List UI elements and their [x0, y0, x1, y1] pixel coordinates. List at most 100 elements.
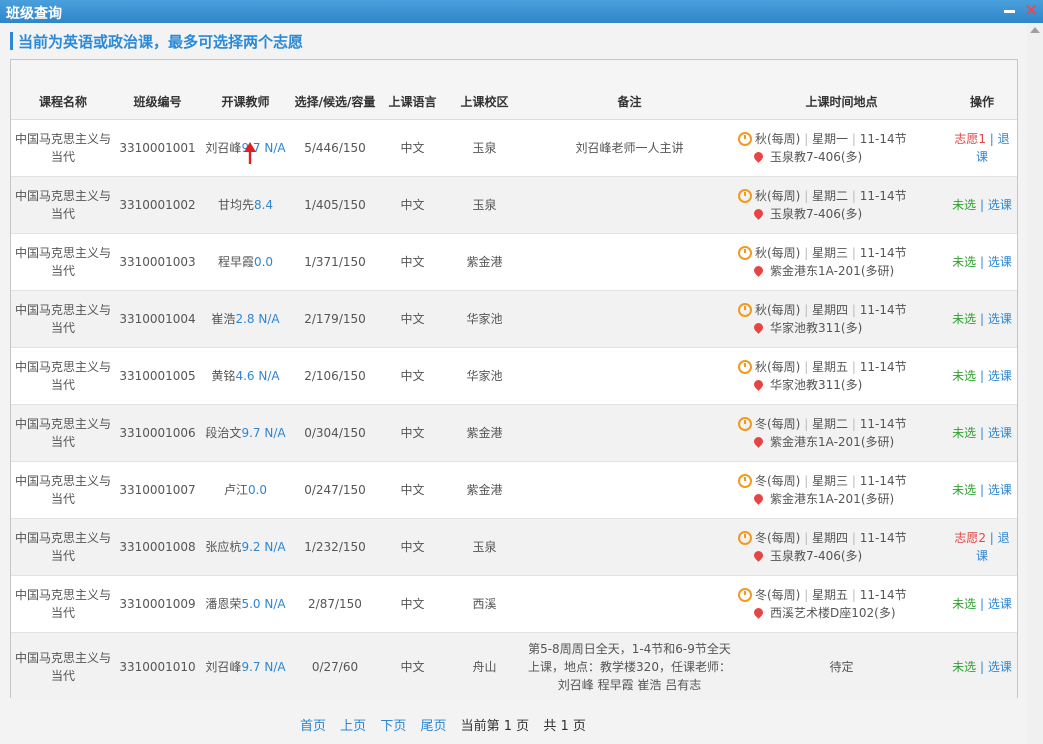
- cell-campus: 紫金港: [446, 233, 523, 291]
- cell-schedule: 冬(每周) | 星期五 | 11-14节 西溪艺术楼D座102(多): [736, 575, 947, 633]
- schedule-time-line: 秋(每周) | 星期五 | 11-14节: [738, 358, 945, 376]
- cell-class-number: 3310001004: [115, 290, 200, 348]
- cell-class-number: 3310001007: [115, 461, 200, 519]
- cell-class-number: 3310001003: [115, 233, 200, 291]
- selection-status: 未选: [952, 312, 977, 326]
- cell-language: 中文: [379, 119, 446, 177]
- header-class-number: 班级编号: [115, 60, 200, 120]
- pager-current-page: 当前第 1 页: [460, 719, 530, 734]
- course-action-link[interactable]: 选课: [988, 369, 1012, 383]
- schedule-time-line: 冬(每周) | 星期三 | 11-14节: [738, 472, 945, 490]
- cell-course-name: 中国马克思主义与当代: [11, 404, 115, 462]
- teacher-name: 张应杭: [205, 540, 242, 554]
- cell-teacher: 黄铭4.6 N/A: [200, 347, 291, 405]
- cell-capacity: 0/247/150: [291, 461, 379, 519]
- table-row: 中国马克思主义与当代 3310001008 张应杭9.2 N/A 1/232/150 中…: [11, 518, 1017, 576]
- cell-teacher: 卢江0.0: [200, 461, 291, 519]
- cell-schedule: 冬(每周) | 星期二 | 11-14节 紫金港东1A-201(多研): [736, 404, 947, 462]
- pager-prev-link[interactable]: 上页: [340, 719, 366, 734]
- separator: |: [800, 246, 813, 260]
- teacher-rating-link[interactable]: 4.6 N/A: [235, 369, 279, 383]
- pager-total-pages: 共 1 页: [543, 719, 586, 734]
- teacher-rating-link[interactable]: 8.4: [254, 198, 273, 212]
- cell-action: 未选 | 选课: [947, 575, 1017, 633]
- cell-action: 志愿1 | 退课: [947, 119, 1017, 177]
- header-action: 操作: [947, 60, 1017, 120]
- schedule-day: 星期五: [812, 360, 849, 374]
- schedule-periods: 11-14节: [859, 132, 907, 146]
- course-action-link[interactable]: 选课: [988, 312, 1012, 326]
- cell-note: [523, 404, 736, 462]
- teacher-name: 崔浩: [211, 312, 236, 326]
- schedule-room-line: 紫金港东1A-201(多研): [738, 433, 945, 451]
- teacher-name: 潘恩荣: [205, 597, 242, 611]
- separator: |: [800, 417, 813, 431]
- teacher-rating-link[interactable]: 0.0: [254, 255, 273, 269]
- separator: |: [976, 198, 988, 212]
- teacher-rating-link[interactable]: 0.0: [248, 483, 267, 497]
- cell-action: 未选 | 选课: [947, 290, 1017, 348]
- cell-language: 中文: [379, 404, 446, 462]
- course-action-link[interactable]: 选课: [988, 198, 1012, 212]
- cell-capacity: 1/371/150: [291, 233, 379, 291]
- schedule-periods: 11-14节: [859, 474, 907, 488]
- separator: |: [976, 255, 988, 269]
- course-action-link[interactable]: 选课: [988, 426, 1012, 440]
- separator: |: [800, 360, 813, 374]
- cell-language: 中文: [379, 632, 446, 700]
- pager-last-link[interactable]: 尾页: [420, 719, 446, 734]
- schedule-day: 星期二: [812, 417, 849, 431]
- cell-teacher: 张应杭9.2 N/A: [200, 518, 291, 576]
- schedule-room-line: 紫金港东1A-201(多研): [738, 490, 945, 508]
- separator: |: [800, 189, 813, 203]
- separator: |: [800, 474, 813, 488]
- cell-teacher: 刘召峰9.7 N/A: [200, 632, 291, 700]
- location-pin-icon: [752, 435, 765, 448]
- course-action-link[interactable]: 选课: [988, 255, 1012, 269]
- cell-capacity: 1/405/150: [291, 176, 379, 234]
- teacher-rating-link[interactable]: 9.7 N/A: [241, 426, 285, 440]
- course-action-link[interactable]: 选课: [988, 597, 1012, 611]
- cell-campus: 玉泉: [446, 518, 523, 576]
- cell-course-name: 中国马克思主义与当代: [11, 632, 115, 700]
- scroll-up-icon[interactable]: [1030, 27, 1040, 33]
- window-title: 班级查询: [6, 6, 62, 22]
- cell-capacity: 0/304/150: [291, 404, 379, 462]
- separator: |: [985, 531, 998, 545]
- cell-capacity: 2/106/150: [291, 347, 379, 405]
- teacher-rating-link[interactable]: 9.7 N/A: [241, 660, 285, 674]
- schedule-room-line: 玉泉教7-406(多): [738, 547, 945, 565]
- schedule-room-line: 华家池教311(多): [738, 376, 945, 394]
- cell-campus: 紫金港: [446, 461, 523, 519]
- minimize-icon[interactable]: [1004, 10, 1015, 13]
- teacher-rating-link[interactable]: 2.8 N/A: [235, 312, 279, 326]
- cell-course-name: 中国马克思主义与当代: [11, 575, 115, 633]
- pager-next-link[interactable]: 下页: [380, 719, 406, 734]
- clock-icon: [738, 360, 752, 374]
- separator: |: [848, 246, 860, 260]
- schedule-periods: 11-14节: [859, 303, 907, 317]
- vertical-scrollbar[interactable]: [1027, 23, 1043, 744]
- cell-course-name: 中国马克思主义与当代: [11, 461, 115, 519]
- cell-note: [523, 461, 736, 519]
- schedule-term: 冬(每周): [755, 531, 801, 545]
- course-action-link[interactable]: 选课: [988, 483, 1012, 497]
- cell-action: 未选 | 选课: [947, 176, 1017, 234]
- clock-icon: [738, 189, 752, 203]
- close-icon[interactable]: ✕: [1024, 1, 1038, 21]
- table-row: 中国马克思主义与当代 3310001001 刘召峰9.7 N/A 5/446/150 中…: [11, 119, 1017, 177]
- cell-course-name: 中国马克思主义与当代: [11, 119, 115, 177]
- selection-status: 未选: [952, 483, 977, 497]
- cell-note: [523, 518, 736, 576]
- schedule-periods: 11-14节: [859, 360, 907, 374]
- course-action-link[interactable]: 选课: [988, 660, 1012, 674]
- teacher-rating-link[interactable]: 5.0 N/A: [241, 597, 285, 611]
- cell-campus: 舟山: [446, 632, 523, 700]
- schedule-time-line: 秋(每周) | 星期一 | 11-14节: [738, 130, 945, 148]
- pager-first-link[interactable]: 首页: [300, 719, 326, 734]
- schedule-term: 冬(每周): [755, 417, 801, 431]
- teacher-rating-link[interactable]: 9.2 N/A: [241, 540, 285, 554]
- cell-capacity: 5/446/150: [291, 119, 379, 177]
- location-pin-icon: [752, 378, 765, 391]
- cell-teacher: 甘均先8.4: [200, 176, 291, 234]
